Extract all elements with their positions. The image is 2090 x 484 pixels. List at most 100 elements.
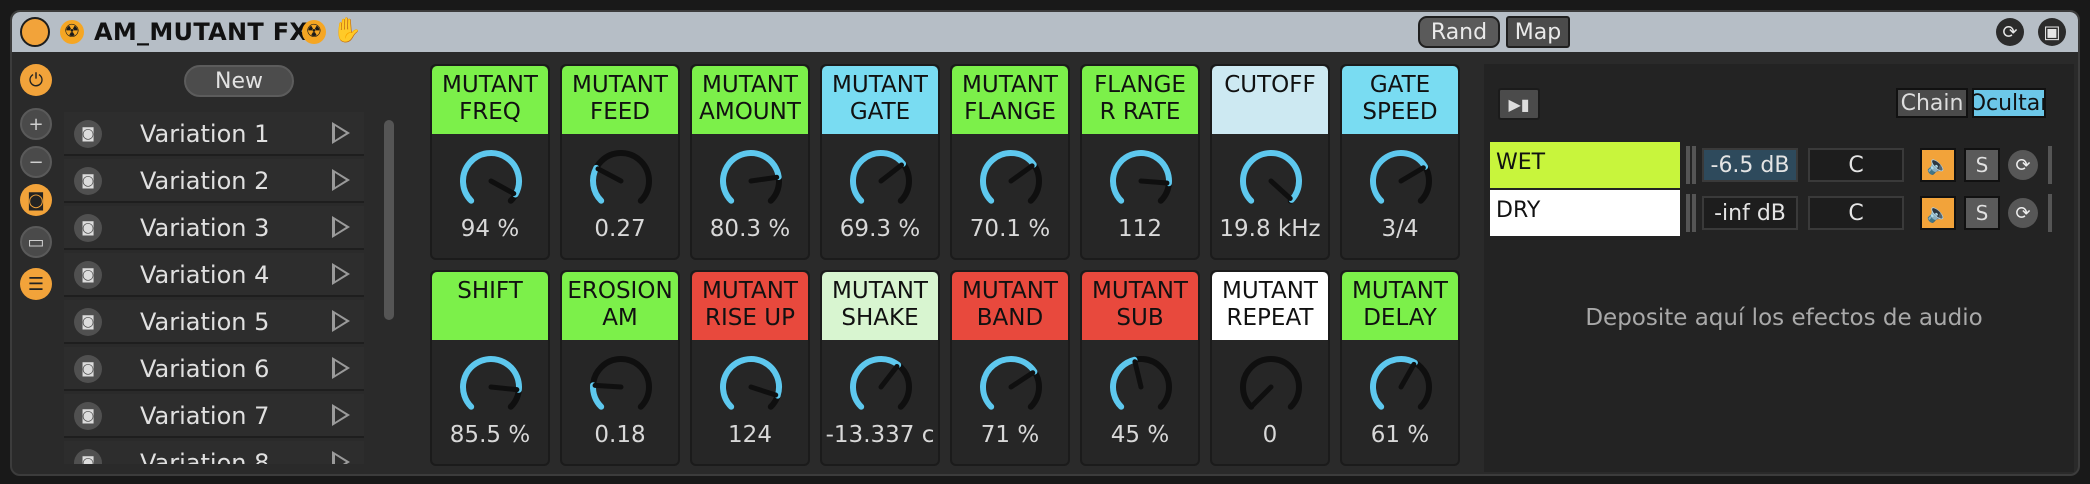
knob-pointer [488,178,517,197]
macro-knob-6[interactable]: FLANGE R RATE 112 [1080,64,1200,260]
play-icon[interactable] [332,216,350,238]
list-item[interactable]: ◙ Variation 8 [64,441,364,464]
knob-dial[interactable] [1236,352,1306,422]
camera-icon[interactable]: ◙ [74,261,102,289]
hot-swap-icon[interactable]: ⟳ [2008,198,2038,228]
knob-dial[interactable] [456,146,526,216]
camera-icon[interactable]: ◙ [74,120,102,148]
macro-knob-3[interactable]: MUTANT AMOUNT 80.3 % [690,64,810,260]
play-icon[interactable] [332,310,350,332]
macro-knob-7[interactable]: CUTOFF 19.8 kHz [1210,64,1330,260]
list-item[interactable]: ◙ Variation 3 [64,206,364,250]
grip-handle[interactable] [1692,146,1696,184]
map-button[interactable]: Map [1506,16,1570,48]
macro-knob-13[interactable]: MUTANT BAND 71 % [950,270,1070,466]
macro-knob-14[interactable]: MUTANT SUB 45 % [1080,270,1200,466]
knob-dial[interactable] [586,352,656,422]
camera-icon[interactable]: ◙ [74,167,102,195]
knob-pointer [488,384,520,393]
play-icon[interactable] [332,169,350,191]
macro-toggle-icon[interactable]: ⏻ [20,64,52,96]
knob-dial[interactable] [1236,146,1306,216]
knob-dial[interactable] [456,352,526,422]
grip-handle[interactable] [1692,194,1696,232]
macro-value: 80.3 % [709,216,791,242]
camera-icon[interactable]: ◙ [74,308,102,336]
speaker-icon[interactable]: 🔈 [1920,196,1956,230]
knob-dial[interactable] [846,146,916,216]
variation-label: Variation 7 [140,402,270,430]
knob-dial[interactable] [976,352,1046,422]
chain-row-dry[interactable]: DRY -inf dB C 🔈 S ⟳ [1490,190,2060,236]
macro-knob-11[interactable]: MUTANT RISE UP 124 [690,270,810,466]
knob-dial[interactable] [1106,352,1176,422]
hide-button[interactable]: Ocultar [1972,88,2046,118]
play-icon[interactable] [332,122,350,144]
list-item[interactable]: ◙ Variation 6 [64,347,364,391]
macro-knob-8[interactable]: GATE SPEED 3/4 [1340,64,1460,260]
knob-dial[interactable] [1106,146,1176,216]
camera-icon[interactable]: ◙ [74,214,102,242]
knob-dial[interactable] [846,352,916,422]
chain-volume[interactable]: -inf dB [1702,196,1798,230]
knob-dial[interactable] [716,352,786,422]
knob-pointer [878,162,905,184]
macro-knob-1[interactable]: MUTANT FREQ 94 % [430,64,550,260]
macro-knob-9[interactable]: SHIFT 85.5 % [430,270,550,466]
macro-knob-16[interactable]: MUTANT DELAY 61 % [1340,270,1460,466]
chain-name[interactable]: DRY [1490,190,1680,236]
list-item[interactable]: ◙ Variation 7 [64,394,364,438]
knob-dial[interactable] [1366,146,1436,216]
knob-dial[interactable] [976,146,1046,216]
knob-pointer [1268,178,1293,201]
device-list-icon[interactable]: ☰ [20,268,52,300]
chain-pan[interactable]: C [1808,148,1904,182]
rand-button[interactable]: Rand [1418,16,1500,48]
list-item[interactable]: ◙ Variation 5 [64,300,364,344]
camera-icon[interactable]: ◙ [74,449,102,464]
play-icon[interactable] [332,263,350,285]
macro-knob-5[interactable]: MUTANT FLANGE 70.1 % [950,64,1070,260]
macro-knob-15[interactable]: MUTANT REPEAT 0 [1210,270,1330,466]
camera-icon[interactable]: ◙ [74,355,102,383]
camera-icon[interactable]: ◙ [74,402,102,430]
knob-dial[interactable] [716,146,786,216]
chain-button[interactable]: Chain [1896,88,1968,118]
list-item[interactable]: ◙ Variation 1 [64,112,364,156]
macro-label: MUTANT FEED [562,66,678,134]
chain-list-icon[interactable]: ▭ [20,226,52,258]
new-variation-button[interactable]: New [184,65,294,97]
grip-handle[interactable] [2048,146,2052,184]
speaker-icon[interactable]: 🔈 [1920,148,1956,182]
play-icon[interactable] [332,357,350,379]
macro-knob-4[interactable]: MUTANT GATE 69.3 % [820,64,940,260]
knob-dial[interactable] [586,146,656,216]
chain-row-wet[interactable]: WET -6.5 dB C 🔈 S ⟳ [1490,142,2060,188]
grip-handle[interactable] [1686,194,1690,232]
add-macro-icon[interactable]: + [20,108,52,140]
list-item[interactable]: ◙ Variation 2 [64,159,364,203]
solo-button[interactable]: S [1964,196,2000,230]
list-item[interactable]: ◙ Variation 4 [64,253,364,297]
macro-knob-2[interactable]: MUTANT FEED 0.27 [560,64,680,260]
solo-button[interactable]: S [1964,148,2000,182]
play-icon[interactable] [332,404,350,426]
knob-dial[interactable] [1366,352,1436,422]
chain-name[interactable]: WET [1490,142,1680,188]
macro-knob-12[interactable]: MUTANT SHAKE -13.337 c [820,270,940,466]
remove-macro-icon[interactable]: − [20,146,52,178]
variations-scrollbar[interactable] [384,120,394,320]
variations-camera-icon[interactable]: ◙ [20,184,52,216]
grip-handle[interactable] [2048,194,2052,232]
play-icon[interactable] [332,451,350,464]
hot-swap-icon[interactable]: ⟳ [2008,150,2038,180]
macro-value: 61 % [1370,422,1430,448]
chain-volume[interactable]: -6.5 dB [1702,148,1798,182]
save-preset-icon[interactable]: ▣ [2038,18,2066,46]
macro-knob-10[interactable]: EROSION AM 0.18 [560,270,680,466]
device-power-toggle[interactable] [20,17,50,47]
hot-swap-icon[interactable]: ⟳ [1996,18,2024,46]
grip-handle[interactable] [1686,146,1690,184]
chain-toggle-icon[interactable]: ▶▮ [1498,88,1540,120]
chain-pan[interactable]: C [1808,196,1904,230]
